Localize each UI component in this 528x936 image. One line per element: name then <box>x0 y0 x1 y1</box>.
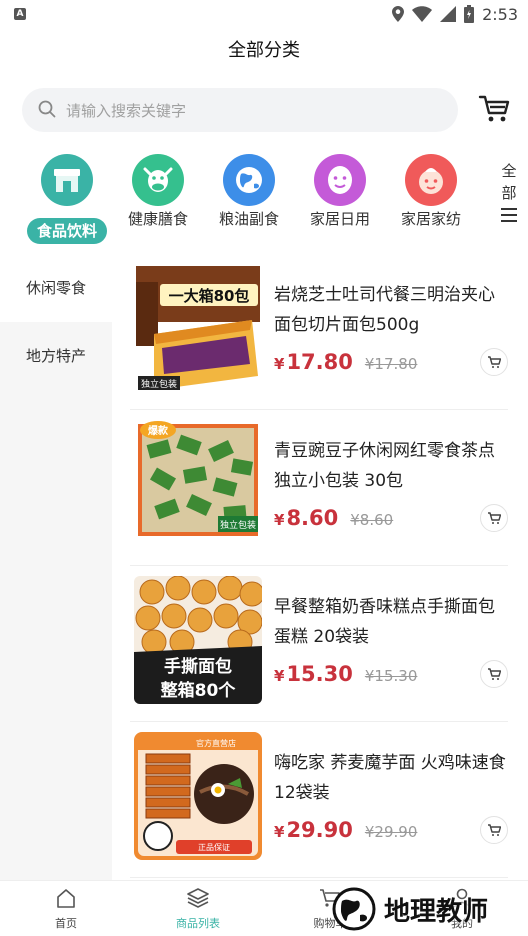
signal-icon <box>440 6 457 22</box>
watermark-text: 地理教师 <box>384 896 489 927</box>
cow-icon <box>132 154 184 206</box>
product-card[interactable]: 爆款 独立包装 青豆豌豆子休闲网红零食茶点独立小包装 30包 ¥8.60 ¥8.… <box>130 410 508 566</box>
globe-icon <box>223 154 275 206</box>
product-card[interactable]: 一大箱80包 独立包装 岩烧芝士吐司代餐三明治夹心面包切片面包500g ¥17.… <box>130 254 508 410</box>
add-to-cart-button[interactable] <box>480 348 508 376</box>
watermark: 地理教师 <box>330 884 526 934</box>
product-name: 早餐整箱奶香味糕点手撕面包蛋糕 20袋装 <box>274 597 495 647</box>
all-categories-label-2: 部 <box>501 184 517 202</box>
tab-label: 首页 <box>55 917 77 930</box>
tab-home[interactable]: 首页 <box>0 881 132 936</box>
product-name: 岩烧芝士吐司代餐三明治夹心面包切片面包500g <box>274 285 495 335</box>
product-list: 一大箱80包 独立包装 岩烧芝士吐司代餐三明治夹心面包切片面包500g ¥17.… <box>130 254 508 878</box>
add-to-cart-button[interactable] <box>480 660 508 688</box>
subcategory-sidebar: 休闲零食 地方特产 <box>0 254 112 880</box>
category-grain-oil[interactable]: 粮油副食 <box>201 150 297 232</box>
sidebar-item-local-specialty[interactable]: 地方特产 <box>0 322 112 390</box>
category-food-drink[interactable]: 食品饮料 <box>19 150 115 244</box>
search-icon <box>38 100 56 118</box>
product-name: 青豆豌豆子休闲网红零食茶点独立小包装 30包 <box>274 441 495 491</box>
price-row: ¥17.80 ¥17.80 <box>274 350 417 374</box>
add-to-cart-button[interactable] <box>480 504 508 532</box>
battery-icon <box>464 5 475 23</box>
original-price: ¥17.80 <box>364 355 418 373</box>
cart-icon <box>488 511 501 524</box>
status-icons: 2:53 <box>392 4 518 24</box>
home-icon <box>57 889 75 908</box>
location-icon <box>392 6 405 22</box>
clock: 2:53 <box>482 4 518 24</box>
cart-icon <box>488 667 501 680</box>
image-tag: 整箱80个 <box>161 680 237 701</box>
baby-face-icon <box>405 154 457 206</box>
all-categories-label-1: 全 <box>501 162 517 180</box>
product-price: ¥8.60 <box>274 506 339 530</box>
search-input[interactable]: 请输入搜索关键字 <box>22 88 458 132</box>
add-to-cart-button[interactable] <box>480 816 508 844</box>
image-tag: 正品保证 <box>198 842 230 852</box>
face-icon <box>314 154 366 206</box>
price-row: ¥8.60 ¥8.60 <box>274 506 393 530</box>
image-tag: 独立包装 <box>220 519 256 531</box>
search-placeholder: 请输入搜索关键字 <box>66 102 187 120</box>
category-label: 粮油副食 <box>218 210 279 228</box>
product-price: ¥15.30 <box>274 662 353 686</box>
cart-icon <box>488 823 501 836</box>
all-categories-button[interactable]: 全 部 <box>496 160 522 226</box>
cart-icon <box>488 355 501 368</box>
notification-a-icon: A <box>14 8 26 20</box>
product-price: ¥29.90 <box>274 818 353 842</box>
category-label: 健康膳食 <box>127 210 188 228</box>
globe-logo-icon <box>332 887 376 931</box>
product-price: ¥17.80 <box>274 350 353 374</box>
status-bar: A 2:53 <box>0 0 528 28</box>
category-label: 家居日用 <box>309 210 370 228</box>
category-label: 家居家纺 <box>400 210 461 228</box>
product-card[interactable]: 官方直营店 正品保证 嗨吃家 荞麦魔芋面 火鸡味速食 12袋装 ¥29.90 ¥… <box>130 722 508 878</box>
original-price: ¥15.30 <box>364 667 418 685</box>
cart-icon[interactable] <box>478 94 510 124</box>
sidebar-item-snacks[interactable]: 休闲零食 <box>0 254 112 322</box>
original-price: ¥29.90 <box>364 823 418 841</box>
layers-icon <box>187 888 209 908</box>
tab-label: 商品列表 <box>176 917 220 930</box>
page-title: 全部分类 <box>228 40 300 61</box>
menu-icon <box>501 208 517 222</box>
product-image: 一大箱80包 独立包装 <box>134 264 262 392</box>
image-badge: 手撕面包 <box>164 656 232 677</box>
product-name: 嗨吃家 荞麦魔芋面 火鸡味速食 12袋装 <box>274 753 506 803</box>
original-price: ¥8.60 <box>350 511 394 529</box>
product-image: 爆款 独立包装 <box>134 420 262 548</box>
product-image: 手撕面包 整箱80个 <box>134 576 262 704</box>
category-health-diet[interactable]: 健康膳食 <box>110 150 206 232</box>
wifi-icon <box>412 6 433 22</box>
image-badge: 官方直营店 <box>196 738 236 748</box>
image-badge: 爆款 <box>148 424 169 437</box>
product-card[interactable]: 手撕面包 整箱80个 早餐整箱奶香味糕点手撕面包蛋糕 20袋装 ¥15.30 ¥… <box>130 566 508 722</box>
category-row: 食品饮料 健康膳食 粮油副食 家居日用 家居家纺 <box>0 150 528 250</box>
tab-product-list[interactable]: 商品列表 <box>132 881 264 936</box>
category-label: 食品饮料 <box>26 218 107 244</box>
image-tag: 独立包装 <box>141 378 177 390</box>
product-image: 官方直营店 正品保证 <box>134 732 262 860</box>
category-home-textile[interactable]: 家居家纺 <box>383 150 479 232</box>
image-badge: 一大箱80包 <box>169 287 250 305</box>
category-home-daily[interactable]: 家居日用 <box>292 150 388 232</box>
price-row: ¥15.30 ¥15.30 <box>274 662 417 686</box>
price-row: ¥29.90 ¥29.90 <box>274 818 417 842</box>
store-icon <box>41 154 93 206</box>
